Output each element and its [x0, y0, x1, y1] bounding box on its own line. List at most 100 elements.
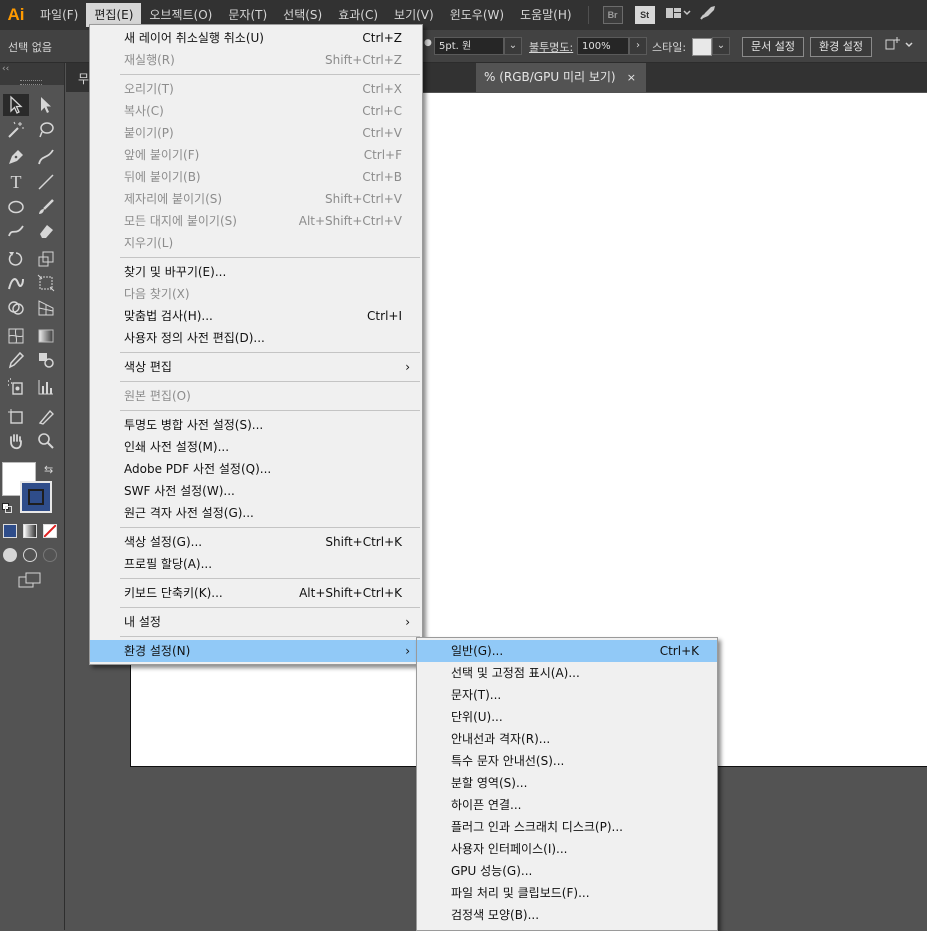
submenu-item-gpu-performance[interactable]: GPU 성능(G)... — [417, 860, 717, 882]
tab-partial-label[interactable]: 무 — [78, 70, 89, 87]
shape-builder-icon[interactable] — [3, 297, 29, 319]
menu-item-print-presets[interactable]: 인쇄 사전 설정(M)... — [90, 436, 422, 458]
menu-item-copy[interactable]: 복사(C) Ctrl+C — [90, 100, 422, 122]
stock-icon[interactable]: St — [634, 6, 655, 24]
submenu-item-plugins[interactable]: 플러그 인과 스크래치 디스크(P)... — [417, 816, 717, 838]
draw-normal-icon[interactable] — [3, 548, 17, 562]
symbol-sprayer-icon[interactable] — [3, 376, 29, 398]
menu-item-edit-original[interactable]: 원본 편집(O) — [90, 385, 422, 407]
menu-item-paste-all-artboards[interactable]: 모든 대지에 붙이기(S) Alt+Shift+Ctrl+V — [90, 210, 422, 232]
menu-file[interactable]: 파일(F) — [32, 3, 86, 27]
menu-item-find-next[interactable]: 다음 찾기(X) — [90, 283, 422, 305]
magic-wand-icon[interactable] — [3, 119, 29, 141]
submenu-item-general[interactable]: 일반(G)... Ctrl+K — [417, 640, 717, 662]
stroke-profile-select[interactable]: 5pt. 원 — [434, 37, 504, 55]
menu-help[interactable]: 도움말(H) — [512, 3, 580, 27]
chevron-down-icon[interactable]: ⌄ — [504, 37, 522, 55]
color-mode-icon[interactable] — [3, 524, 17, 538]
gradient-mode-icon[interactable] — [23, 524, 37, 538]
submenu-item-hyphenation[interactable]: 하이픈 연결... — [417, 794, 717, 816]
chevron-down-icon[interactable]: ⌄ — [712, 37, 730, 55]
line-segment-tool-icon[interactable] — [33, 171, 59, 193]
selection-tool-icon[interactable] — [3, 94, 29, 116]
menu-item-paste[interactable]: 붙이기(P) Ctrl+V — [90, 122, 422, 144]
menu-item-cut[interactable]: 오리기(T) Ctrl+X — [90, 78, 422, 100]
menu-item-swf-presets[interactable]: SWF 사전 설정(W)... — [90, 480, 422, 502]
menu-item-my-settings[interactable]: 내 설정 › — [90, 611, 422, 633]
paintbrush-icon[interactable] — [33, 196, 59, 218]
default-fill-stroke-icon[interactable] — [2, 502, 12, 513]
chevron-right-icon[interactable]: › — [629, 37, 647, 55]
draw-inside-icon[interactable] — [43, 548, 57, 562]
submenu-item-black-appearance[interactable]: 검정색 모양(B)... — [417, 904, 717, 926]
menu-item-color-settings[interactable]: 색상 설정(G)... Shift+Ctrl+K — [90, 531, 422, 553]
menu-item-paste-in-place[interactable]: 제자리에 붙이기(S) Shift+Ctrl+V — [90, 188, 422, 210]
preferences-button[interactable]: 환경 설정 — [810, 37, 872, 57]
artboard-tool-icon[interactable] — [3, 406, 29, 428]
swap-fill-stroke-icon[interactable]: ⇆ — [44, 463, 53, 476]
ellipse-tool-icon[interactable] — [3, 196, 29, 218]
menu-item-undo[interactable]: 새 레이어 취소실행 취소(U) Ctrl+Z — [90, 27, 422, 49]
tab-document[interactable]: % (RGB/GPU 미리 보기) × — [476, 63, 646, 92]
draw-behind-icon[interactable] — [23, 548, 37, 562]
stroke-swatch[interactable] — [20, 481, 52, 513]
rocket-icon[interactable] — [699, 5, 717, 25]
submenu-item-selection-anchor[interactable]: 선택 및 고정점 표시(A)... — [417, 662, 717, 684]
pen-tool-icon[interactable] — [3, 146, 29, 168]
graphic-style-swatch[interactable] — [692, 38, 712, 56]
arrange-documents-icon[interactable] — [884, 37, 918, 56]
panel-grip[interactable] — [20, 80, 42, 85]
opacity-input[interactable]: 100% — [577, 37, 629, 55]
tools-panel-header[interactable]: ‹‹ — [0, 63, 64, 85]
menu-item-preferences[interactable]: 환경 설정(N) › — [90, 640, 422, 662]
eraser-icon[interactable] — [33, 220, 59, 242]
opacity-label[interactable]: 불투명도: — [529, 39, 573, 55]
menu-item-check-spelling[interactable]: 맞춤법 검사(H)... Ctrl+I — [90, 305, 422, 327]
submenu-item-file-handling[interactable]: 파일 처리 및 클립보드(F)... — [417, 882, 717, 904]
document-setup-button[interactable]: 문서 설정 — [742, 37, 804, 57]
menu-item-clear[interactable]: 지우기(L) — [90, 232, 422, 254]
slice-tool-icon[interactable] — [33, 406, 59, 428]
none-mode-icon[interactable] — [43, 524, 57, 538]
menu-item-edit-colors[interactable]: 색상 편집 › — [90, 356, 422, 378]
menu-item-flattener-presets[interactable]: 투명도 병합 사전 설정(S)... — [90, 414, 422, 436]
curvature-tool-icon[interactable] — [33, 146, 59, 168]
submenu-item-units[interactable]: 단위(U)... — [417, 706, 717, 728]
screen-mode-icon[interactable] — [18, 571, 42, 592]
submenu-item-guides-grid[interactable]: 안내선과 격자(R)... — [417, 728, 717, 750]
lasso-icon[interactable] — [33, 119, 59, 141]
shaper-tool-icon[interactable] — [3, 220, 29, 242]
blend-tool-icon[interactable] — [33, 349, 59, 371]
type-tool-icon[interactable]: T — [3, 171, 29, 193]
column-graph-icon[interactable] — [33, 376, 59, 398]
menu-item-find-replace[interactable]: 찾기 및 바꾸기(E)... — [90, 261, 422, 283]
menu-item-assign-profile[interactable]: 프로필 할당(A)... — [90, 553, 422, 575]
collapse-icon[interactable]: ‹‹ — [2, 64, 9, 74]
bridge-icon[interactable]: Br — [602, 6, 623, 24]
submenu-item-user-interface[interactable]: 사용자 인터페이스(I)... — [417, 838, 717, 860]
submenu-item-smart-guides[interactable]: 특수 문자 안내선(S)... — [417, 750, 717, 772]
menu-item-pdf-presets[interactable]: Adobe PDF 사전 설정(Q)... — [90, 458, 422, 480]
menu-item-paste-in-back[interactable]: 뒤에 붙이기(B) Ctrl+B — [90, 166, 422, 188]
zoom-icon[interactable] — [33, 430, 59, 452]
menu-item-keyboard-shortcuts[interactable]: 키보드 단축키(K)... Alt+Shift+Ctrl+K — [90, 582, 422, 604]
menu-item-redo[interactable]: 재실행(R) Shift+Ctrl+Z — [90, 49, 422, 71]
submenu-item-slices[interactable]: 분할 영역(S)... — [417, 772, 717, 794]
rotate-tool-icon[interactable] — [3, 248, 29, 270]
free-transform-icon[interactable] — [33, 272, 59, 294]
submenu-item-type[interactable]: 문자(T)... — [417, 684, 717, 706]
menu-item-edit-dictionary[interactable]: 사용자 정의 사전 편집(D)... — [90, 327, 422, 349]
close-icon[interactable]: × — [627, 63, 636, 92]
perspective-grid-icon[interactable] — [33, 297, 59, 319]
menu-item-paste-in-front[interactable]: 앞에 붙이기(F) Ctrl+F — [90, 144, 422, 166]
warp-tool-icon[interactable] — [3, 272, 29, 294]
gradient-tool-icon[interactable] — [33, 325, 59, 347]
menu-item-perspective-presets[interactable]: 원근 격자 사전 설정(G)... — [90, 502, 422, 524]
eyedropper-icon[interactable] — [3, 349, 29, 371]
menu-window[interactable]: 윈도우(W) — [442, 3, 512, 27]
mesh-tool-icon[interactable] — [3, 325, 29, 347]
direct-selection-tool-icon[interactable] — [33, 94, 59, 116]
workspace-layout-icon[interactable] — [665, 6, 691, 24]
hand-tool-icon[interactable] — [3, 430, 29, 452]
scale-tool-icon[interactable] — [33, 248, 59, 270]
